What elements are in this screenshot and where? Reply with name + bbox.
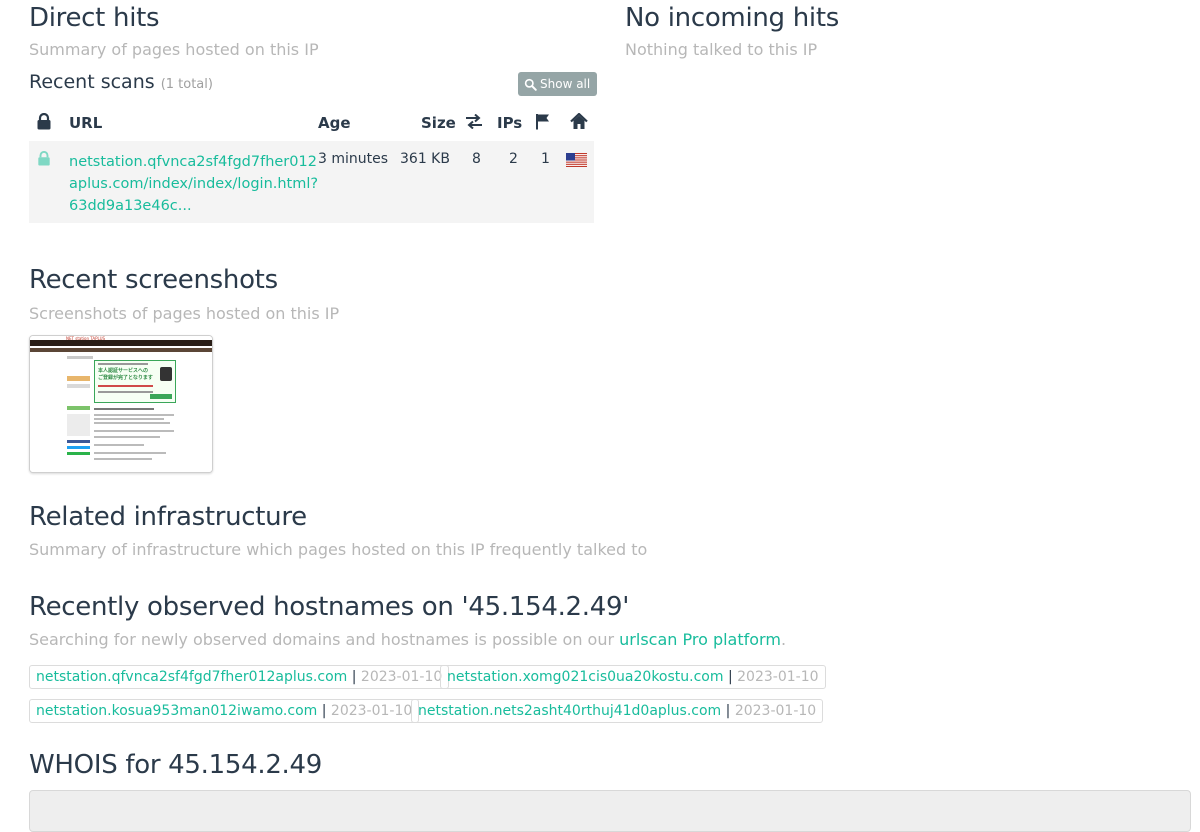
hostname-link[interactable]: netstation.nets2asht40rthuj41d0aplus.com bbox=[418, 703, 721, 719]
thumbnail-header: NET station TAPLUS bbox=[66, 336, 106, 341]
thumbnail-banner-button bbox=[150, 394, 172, 399]
thumbnail-line bbox=[94, 452, 166, 454]
hostnames-subtitle: Searching for newly observed domains and… bbox=[29, 630, 786, 649]
column-ips[interactable]: IPs bbox=[497, 114, 522, 132]
thumbnail-block bbox=[67, 440, 90, 443]
column-age[interactable]: Age bbox=[318, 114, 351, 132]
scan-url-line2: aplus.com/index/index/login.html? bbox=[69, 176, 319, 192]
thumbnail-block bbox=[67, 452, 90, 455]
scan-size: 361 KB bbox=[400, 151, 450, 167]
thumbnail-banner-line2: ご登録が完了となります bbox=[98, 375, 153, 381]
incoming-hits-subtitle: Nothing talked to this IP bbox=[625, 40, 818, 59]
thumbnail-line bbox=[94, 444, 144, 446]
scan-countries: 1 bbox=[541, 151, 550, 167]
hostname-separator: | bbox=[321, 703, 327, 719]
urlscan-pro-link[interactable]: urlscan Pro platform bbox=[619, 630, 781, 649]
thumbnail-line bbox=[98, 385, 153, 387]
hostname-date: 2023-01-10 bbox=[330, 703, 413, 719]
incoming-hits-title: No incoming hits bbox=[625, 3, 839, 33]
show-all-button[interactable]: Show all bbox=[518, 72, 598, 96]
thumbnail-line bbox=[98, 363, 148, 365]
lock-icon bbox=[37, 113, 51, 130]
recent-scans-title: Recent scans (1 total) bbox=[29, 71, 213, 93]
hostname-date: 2023-01-10 bbox=[360, 669, 443, 685]
thumbnail-nav bbox=[30, 348, 212, 352]
thumbnail-line bbox=[94, 418, 164, 420]
scan-ips: 2 bbox=[509, 151, 518, 167]
thumbnail-block bbox=[67, 446, 90, 449]
column-size[interactable]: Size bbox=[421, 114, 456, 132]
thumbnail-line bbox=[98, 391, 153, 393]
hostnames-subtitle-prefix: Searching for newly observed domains and… bbox=[29, 630, 620, 649]
recent-screenshots-title: Recent screenshots bbox=[29, 265, 278, 295]
thumbnail-banner: 本人認証サービスへの ご登録が完了となります bbox=[94, 360, 176, 403]
scan-url-line3: 63dd9a13e46c... bbox=[69, 198, 192, 214]
whois-title: WHOIS for 45.154.2.49 bbox=[29, 750, 323, 780]
thumbnail-line bbox=[94, 414, 174, 416]
thumbnail-block bbox=[67, 376, 90, 381]
hostname-link[interactable]: netstation.kosua953man012iwamo.com bbox=[36, 703, 317, 719]
thumbnail-topbar bbox=[30, 340, 212, 346]
thumbnail-page: NET station TAPLUS 本人認証サービスへの ご登録が完了となりま… bbox=[30, 336, 212, 472]
scan-age: 3 minutes bbox=[318, 151, 389, 167]
related-infrastructure-subtitle: Summary of infrastructure which pages ho… bbox=[29, 540, 648, 559]
thumbnail-lock bbox=[160, 367, 172, 381]
screenshot-thumbnail[interactable]: NET station TAPLUS 本人認証サービスへの ご登録が完了となりま… bbox=[29, 335, 213, 473]
thumbnail-line bbox=[94, 436, 160, 438]
thumbnail-line bbox=[94, 430, 174, 432]
whois-box bbox=[29, 790, 1191, 832]
hostname-tag: netstation.xomg021cis0ua20kostu.com | 20… bbox=[440, 665, 826, 689]
recent-scans-count: (1 total) bbox=[160, 77, 213, 92]
show-all-label: Show all bbox=[540, 77, 591, 91]
hostname-separator: | bbox=[725, 703, 731, 719]
hostname-separator: | bbox=[351, 669, 357, 685]
hostname-tag: netstation.kosua953man012iwamo.com | 202… bbox=[29, 699, 420, 723]
thumbnail-line bbox=[94, 408, 154, 410]
scan-url-line1: netstation.qfvnca2sf4fgd7fher012 bbox=[69, 154, 317, 170]
thumbnail-line bbox=[94, 458, 152, 460]
direct-hits-subtitle: Summary of pages hosted on this IP bbox=[29, 40, 319, 59]
hostname-date: 2023-01-10 bbox=[737, 669, 819, 685]
thumbnail-block bbox=[67, 384, 90, 388]
us-flag-icon bbox=[566, 153, 587, 167]
hostnames-title: Recently observed hostnames on '45.154.2… bbox=[29, 592, 630, 622]
lock-icon bbox=[38, 151, 50, 166]
hostname-separator: | bbox=[727, 669, 733, 685]
related-infrastructure-title: Related infrastructure bbox=[29, 502, 307, 532]
thumbnail-banner-line1: 本人認証サービスへの bbox=[98, 368, 149, 374]
thumbnail-line bbox=[94, 422, 170, 424]
home-icon bbox=[570, 113, 588, 129]
hostname-tag: netstation.nets2asht40rthuj41d0aplus.com… bbox=[411, 699, 824, 723]
exchange-icon bbox=[466, 114, 482, 129]
hostname-link[interactable]: netstation.qfvnca2sf4fgd7fher012aplus.co… bbox=[36, 669, 347, 685]
scan-transfers-link[interactable]: 8 bbox=[472, 151, 481, 167]
hostnames-subtitle-suffix: . bbox=[780, 630, 787, 649]
recent-scans-label: Recent scans bbox=[29, 71, 155, 93]
thumbnail-block bbox=[67, 414, 90, 436]
column-url[interactable]: URL bbox=[69, 114, 102, 132]
scan-url-link[interactable]: netstation.qfvnca2sf4fgd7fher012 aplus.c… bbox=[69, 151, 318, 217]
search-icon bbox=[524, 78, 537, 91]
hostname-tag: netstation.qfvnca2sf4fgd7fher012aplus.co… bbox=[29, 665, 450, 689]
recent-screenshots-subtitle: Screenshots of pages hosted on this IP bbox=[29, 304, 340, 323]
flag-icon bbox=[536, 114, 549, 130]
direct-hits-title: Direct hits bbox=[29, 3, 160, 33]
thumbnail-block bbox=[67, 406, 90, 410]
thumbnail-line bbox=[67, 356, 93, 359]
hostname-link[interactable]: netstation.xomg021cis0ua20kostu.com bbox=[447, 669, 724, 685]
hostname-date: 2023-01-10 bbox=[734, 703, 817, 719]
